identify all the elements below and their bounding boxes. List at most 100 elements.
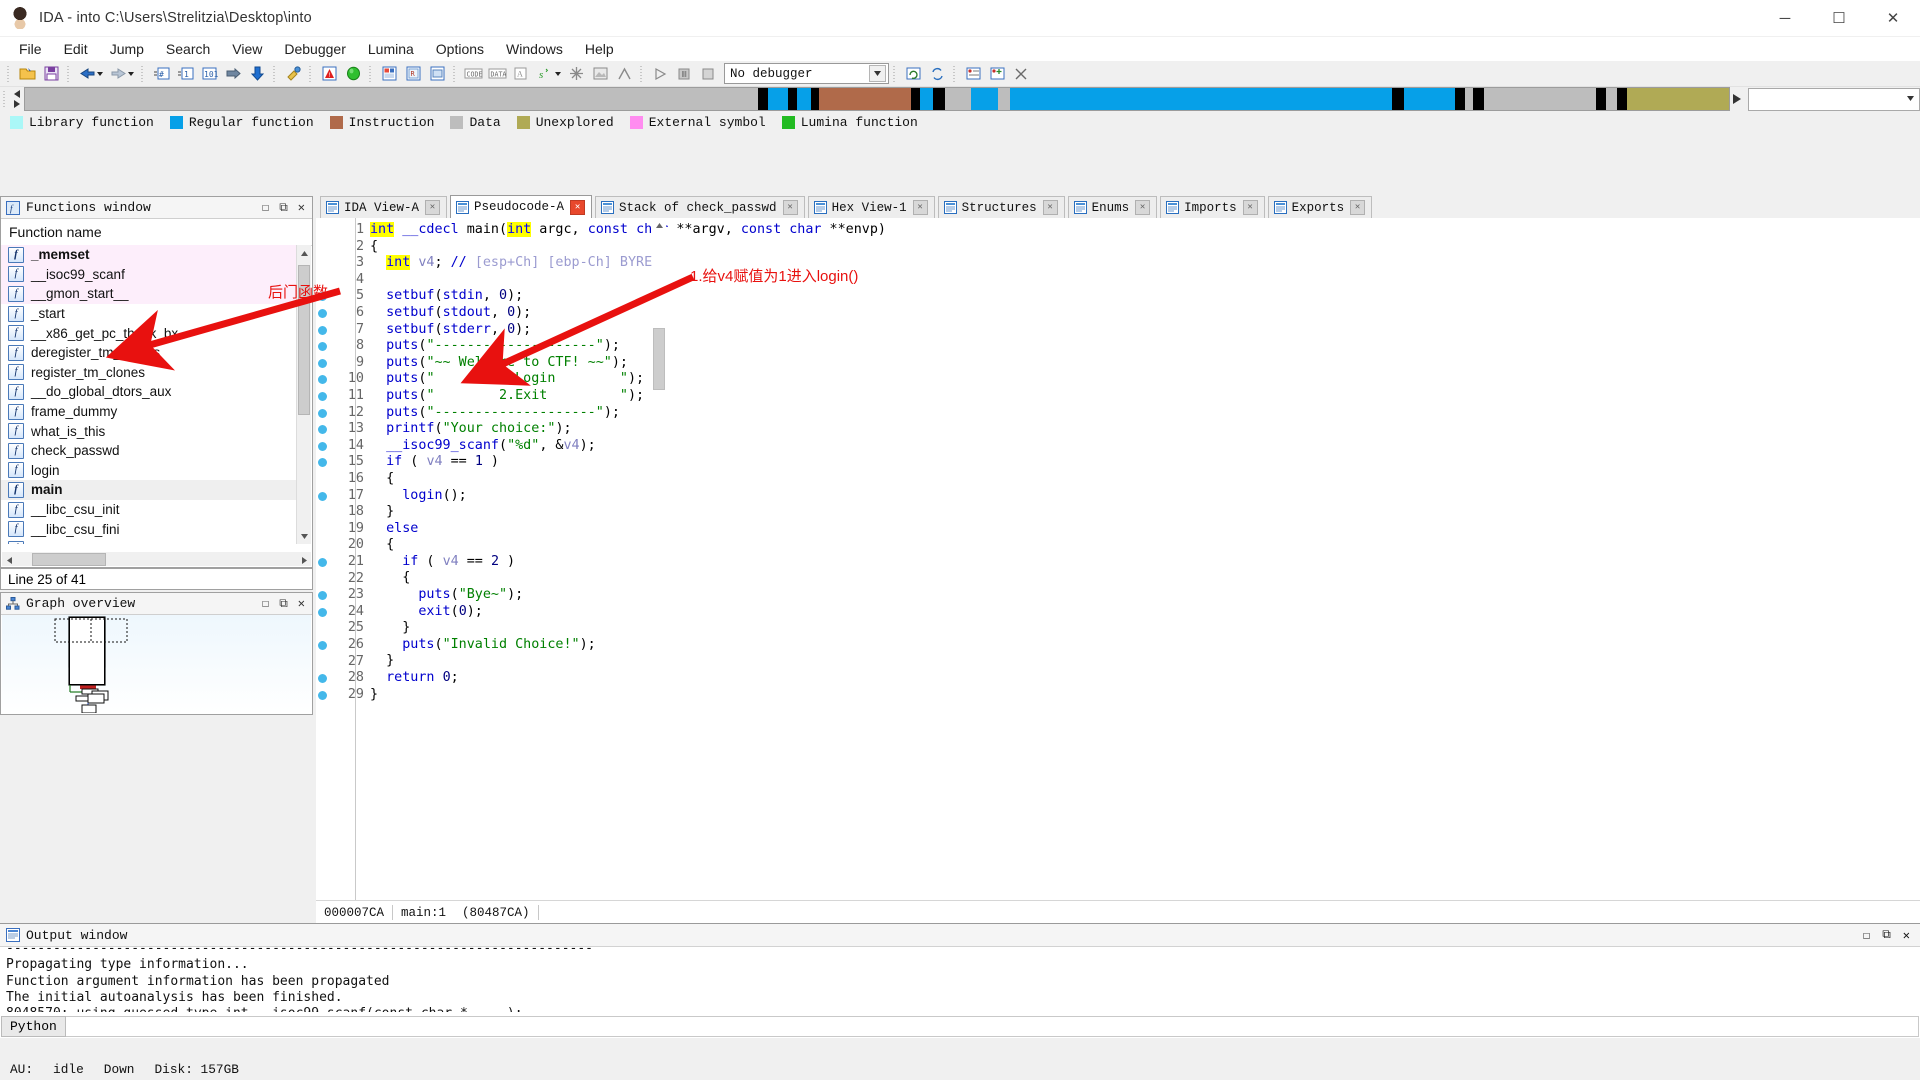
code-line[interactable]: puts(" 2.Exit "); xyxy=(370,388,1920,405)
code-line[interactable]: { xyxy=(370,537,1920,554)
functions-window-close-icon[interactable]: ✕ xyxy=(298,200,305,215)
breakpoint-marker-icon[interactable] xyxy=(318,358,327,368)
make-code-icon[interactable]: # xyxy=(150,63,172,84)
snowflake-icon[interactable] xyxy=(565,63,587,84)
refresh-icon[interactable] xyxy=(902,63,924,84)
breakpoint-marker-icon[interactable] xyxy=(318,458,327,468)
function-list-item[interactable]: f _term_proc xyxy=(1,539,297,544)
pseudocode-scrollbar[interactable] xyxy=(652,218,666,900)
hscroll-left-arrow-icon[interactable] xyxy=(2,552,16,567)
function-list-item[interactable]: f register_tm_clones xyxy=(1,363,297,383)
tab-close-icon[interactable]: ✕ xyxy=(782,200,798,215)
code-line[interactable]: puts("--------------------"); xyxy=(370,405,1920,422)
make-data-icon[interactable]: 1 xyxy=(174,63,196,84)
breakpoint-marker-icon[interactable] xyxy=(318,375,327,385)
make-array-icon[interactable]: 101 xyxy=(198,63,220,84)
function-list-item[interactable]: f login xyxy=(1,461,297,481)
pseudocode-scroll-thumb[interactable] xyxy=(653,328,665,390)
code-line[interactable]: int __cdecl main(int argc, const char **… xyxy=(370,222,1920,239)
tab-hex-view-1[interactable]: Hex View-1 ✕ xyxy=(807,196,935,218)
python-prompt-tab[interactable]: Python xyxy=(1,1015,66,1037)
code-line[interactable]: if ( v4 == 1 ) xyxy=(370,454,1920,471)
code-line[interactable]: if ( v4 == 2 ) xyxy=(370,554,1920,571)
tab-stack-of-check-passwd[interactable]: Stack of check_passwd ✕ xyxy=(595,196,805,218)
tab-pseudocode-a[interactable]: Pseudocode-A ✕ xyxy=(450,195,593,218)
menu-file[interactable]: File xyxy=(8,38,53,60)
open-subview-icon-1[interactable] xyxy=(378,63,400,84)
code-segment-icon[interactable]: CODE xyxy=(462,63,484,84)
tab-imports[interactable]: Imports ✕ xyxy=(1160,196,1265,218)
open-subview-icon-3[interactable] xyxy=(426,63,448,84)
navband-grip[interactable] xyxy=(2,89,8,109)
breakpoint-marker-icon[interactable] xyxy=(318,309,327,318)
hscroll-right-arrow-icon[interactable] xyxy=(297,552,311,567)
code-line[interactable]: } xyxy=(370,687,1920,704)
function-list-item[interactable]: f __do_global_dtors_aux xyxy=(1,382,297,402)
scroll-up-arrow-icon[interactable] xyxy=(297,245,311,261)
breakpoint-marker-icon[interactable] xyxy=(318,607,327,617)
menu-jump[interactable]: Jump xyxy=(99,38,155,60)
tab-enums[interactable]: Enums ✕ xyxy=(1067,196,1158,218)
ascii-string-icon[interactable]: A xyxy=(510,63,532,84)
add-breakpoint-icon[interactable] xyxy=(986,63,1008,84)
breakpoint-marker-icon[interactable] xyxy=(318,441,327,451)
maximize-button[interactable]: ☐ xyxy=(1812,0,1866,36)
graph-image-icon[interactable] xyxy=(589,63,611,84)
functions-horizontal-scrollbar[interactable] xyxy=(2,552,311,566)
output-window-float-icon[interactable]: ⧉ xyxy=(1882,928,1891,943)
function-list-item[interactable]: f frame_dummy xyxy=(1,402,297,422)
function-list-item[interactable]: f deregister_tm_clones xyxy=(1,343,297,363)
navband-scroll-left[interactable] xyxy=(10,88,24,110)
code-line[interactable]: { xyxy=(370,570,1920,587)
menu-edit[interactable]: Edit xyxy=(53,38,99,60)
breakpoint-marker-icon[interactable] xyxy=(318,491,327,501)
minimize-button[interactable]: ─ xyxy=(1758,0,1812,36)
jump-icon[interactable] xyxy=(222,63,244,84)
function-list-item[interactable]: f __libc_csu_fini xyxy=(1,519,297,539)
save-icon[interactable] xyxy=(40,63,62,84)
toolbar-grip-7[interactable] xyxy=(452,64,458,83)
graph-overview-close-icon[interactable]: ✕ xyxy=(298,596,305,611)
breakpoint-marker-icon[interactable] xyxy=(318,591,327,601)
scroll-down-arrow-icon[interactable] xyxy=(297,528,311,544)
warning-icon[interactable]: ! xyxy=(318,63,340,84)
breakpoint-marker-icon[interactable] xyxy=(318,641,327,650)
pseudocode-scroll-up-icon[interactable] xyxy=(652,218,666,233)
function-list-item[interactable]: f __libc_csu_init xyxy=(1,500,297,520)
breakpoint-marker-icon[interactable] xyxy=(318,674,327,684)
menu-view[interactable]: View xyxy=(221,38,273,60)
navband-scroll-right[interactable] xyxy=(1730,88,1744,110)
tab-close-icon[interactable]: ✕ xyxy=(1350,200,1366,215)
code-line[interactable]: } xyxy=(370,504,1920,521)
tab-close-icon[interactable]: ✕ xyxy=(1242,200,1258,215)
breakpoint-marker-icon[interactable] xyxy=(318,690,327,700)
structure-icon[interactable]: s xyxy=(534,63,556,84)
graph-overview-restore-icon[interactable]: ☐ xyxy=(262,596,269,611)
breakpoint-marker-icon[interactable] xyxy=(318,408,327,418)
pseudocode-editor[interactable]: 1234567891011121314151617181920212223242… xyxy=(316,218,1920,900)
tab-close-icon[interactable]: ✕ xyxy=(425,200,441,215)
pseudocode-text[interactable]: int __cdecl main(int argc, const char **… xyxy=(370,218,1920,900)
open-subview-icon-2[interactable]: R xyxy=(402,63,424,84)
function-list-item[interactable]: f _start xyxy=(1,304,297,324)
function-list-item[interactable]: f __gmon_start__ xyxy=(1,284,297,304)
toolbar-grip[interactable] xyxy=(6,64,12,83)
code-line[interactable]: setbuf(stdout, 0); xyxy=(370,305,1920,322)
functions-list[interactable]: f _memset f __isoc99_scanf f __gmon_start__ f _… xyxy=(1,245,297,544)
breakpoint-marker-icon[interactable] xyxy=(318,425,327,435)
tab-close-icon[interactable]: ✕ xyxy=(1042,200,1058,215)
toolbar-grip-10[interactable] xyxy=(952,64,958,83)
tab-close-icon[interactable]: ✕ xyxy=(912,200,928,215)
function-list-item[interactable]: f _memset xyxy=(1,245,297,265)
menu-options[interactable]: Options xyxy=(425,38,495,60)
function-list-item[interactable]: f __isoc99_scanf xyxy=(1,264,297,285)
code-line[interactable]: { xyxy=(370,471,1920,488)
code-line[interactable]: __isoc99_scanf("%d", &v4); xyxy=(370,438,1920,455)
code-line[interactable]: exit(0); xyxy=(370,604,1920,621)
output-window-restore-icon[interactable]: ☐ xyxy=(1863,928,1870,943)
code-line[interactable]: { xyxy=(370,239,1920,256)
options-wrench-icon[interactable] xyxy=(282,63,304,84)
breakpoint-list-icon[interactable] xyxy=(962,63,984,84)
tab-structures[interactable]: Structures ✕ xyxy=(937,196,1065,218)
chevron-down-icon[interactable] xyxy=(869,65,886,82)
